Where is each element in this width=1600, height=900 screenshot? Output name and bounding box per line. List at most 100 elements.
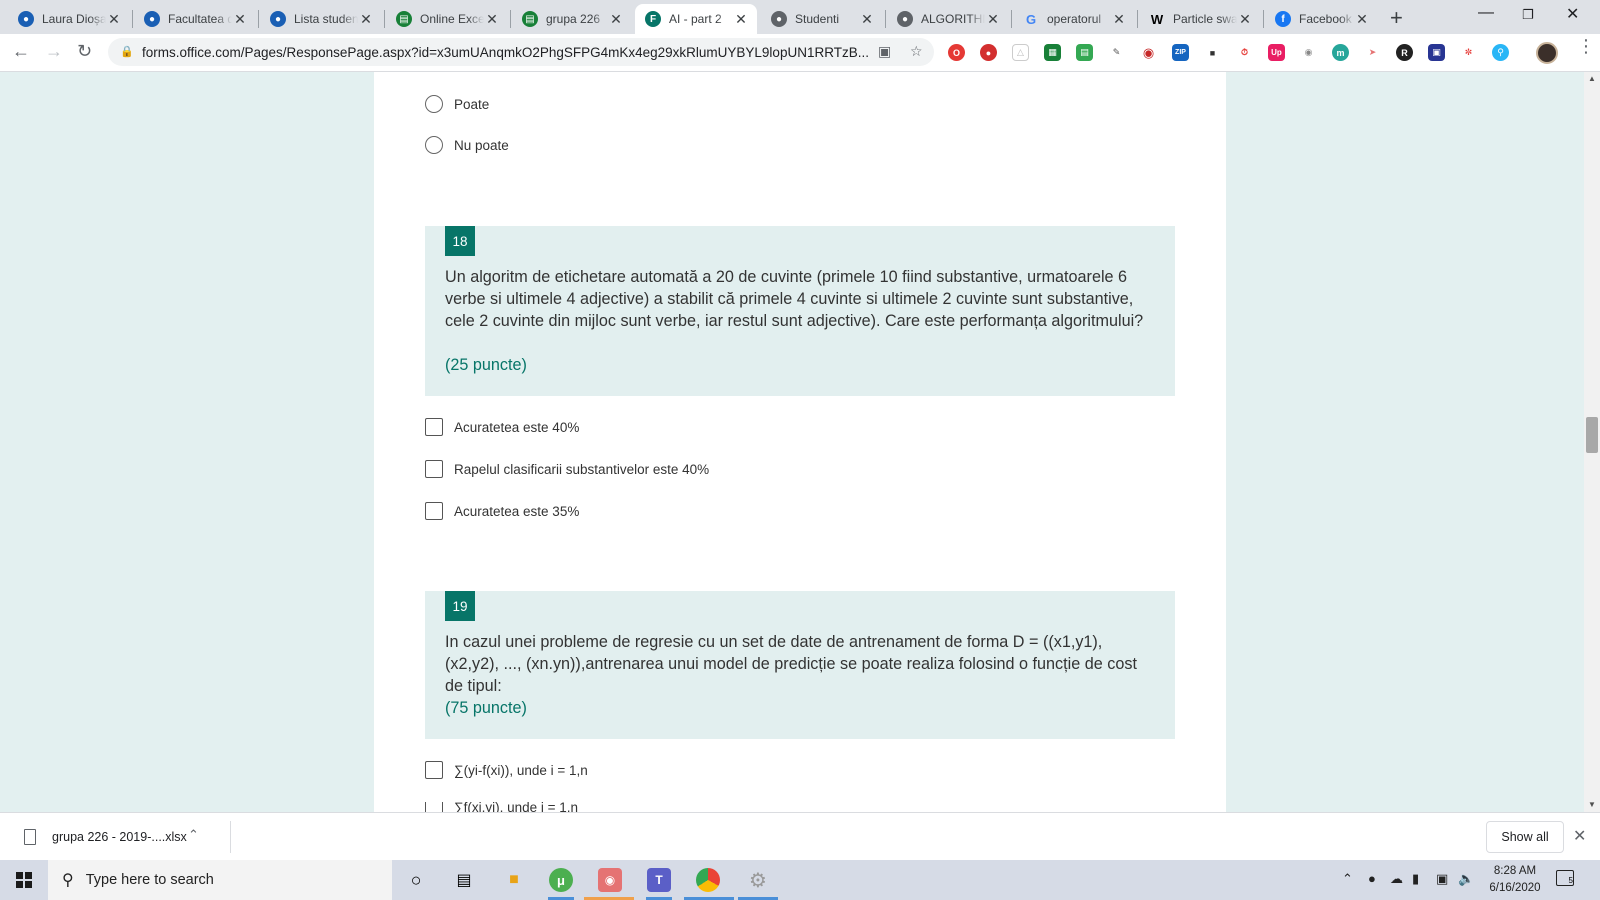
tab-3[interactable]: ● Lista studenți ✕ bbox=[260, 4, 382, 34]
tab-close-icon[interactable]: ✕ bbox=[1111, 11, 1127, 28]
checkbox[interactable] bbox=[425, 761, 443, 779]
tab-title: grupa 226 bbox=[546, 12, 601, 26]
radio-button[interactable] bbox=[425, 136, 443, 154]
restore-button[interactable]: ❐ bbox=[1522, 7, 1534, 23]
tab-2[interactable]: ● Facultatea de✕ bbox=[134, 4, 256, 34]
battery-icon[interactable]: ▮ bbox=[1412, 871, 1419, 887]
pen-extension-icon[interactable]: ✎ bbox=[1108, 44, 1125, 61]
docs-extension-icon[interactable]: ▤ bbox=[1076, 44, 1093, 61]
option-checkbox[interactable]: Acuratetea este 35% bbox=[425, 502, 579, 520]
checkbox[interactable] bbox=[425, 418, 443, 436]
utorrent-icon[interactable]: μ bbox=[549, 868, 573, 892]
file-explorer-icon[interactable]: ■ bbox=[500, 866, 528, 894]
option-checkbox[interactable]: ∑(yi-f(xi)), unde i = 1,n bbox=[425, 761, 588, 779]
taskbar-search[interactable]: ⚲ Type here to search bbox=[48, 860, 392, 900]
tab-close-icon[interactable]: ✕ bbox=[232, 11, 248, 28]
translate-icon[interactable]: ▣ bbox=[878, 43, 891, 60]
onedrive-icon[interactable]: ☁ bbox=[1390, 871, 1403, 887]
url-text[interactable]: forms.office.com/Pages/ResponsePage.aspx… bbox=[142, 45, 872, 60]
scroll-down-icon[interactable]: ▼ bbox=[1588, 800, 1596, 809]
tab-5[interactable]: ▤ grupa 226 ✕ bbox=[512, 4, 632, 34]
network-icon[interactable]: ▣ bbox=[1436, 871, 1448, 887]
tab-9[interactable]: Goperatorul ✕ bbox=[1013, 4, 1135, 34]
checkbox[interactable] bbox=[425, 802, 443, 812]
cortana-icon[interactable]: ○ bbox=[402, 866, 430, 894]
tray-chevron-up-icon[interactable]: ⌃ bbox=[1342, 871, 1353, 887]
bookmark-star-icon[interactable]: ☆ bbox=[910, 43, 923, 60]
checkbox[interactable] bbox=[425, 502, 443, 520]
tab-7[interactable]: ● Studenti ✕ bbox=[761, 4, 883, 34]
tab-8[interactable]: ● ALGORITHM✕ bbox=[887, 4, 1009, 34]
address-bar[interactable]: 🔒 forms.office.com/Pages/ResponsePage.as… bbox=[108, 38, 934, 66]
close-icon[interactable]: ✕ bbox=[1573, 826, 1586, 846]
download-item[interactable]: grupa 226 - 2019-....xlsx bbox=[14, 813, 232, 861]
globe-icon: ● bbox=[897, 11, 913, 27]
download-filename[interactable]: grupa 226 - 2019-....xlsx bbox=[52, 830, 187, 844]
scrollbar-thumb[interactable] bbox=[1586, 417, 1598, 453]
option-checkbox[interactable]: Acuratetea este 40% bbox=[425, 418, 579, 436]
checkbox[interactable] bbox=[425, 460, 443, 478]
radio-button[interactable] bbox=[425, 95, 443, 113]
tab-close-icon[interactable]: ✕ bbox=[733, 11, 749, 28]
globe-icon: ● bbox=[144, 11, 160, 27]
bag-extension-icon[interactable]: ■ bbox=[1204, 44, 1221, 61]
tab-close-icon[interactable]: ✕ bbox=[859, 11, 875, 28]
up-extension-icon[interactable]: Up bbox=[1268, 44, 1285, 61]
tab-close-icon[interactable]: ✕ bbox=[985, 11, 1001, 28]
tab-1[interactable]: ● Laura Dioșan✕ bbox=[8, 4, 130, 34]
notification-center-icon[interactable]: 5 bbox=[1556, 870, 1574, 886]
system-clock[interactable]: 8:28 AM 6/16/2020 bbox=[1481, 863, 1549, 897]
tab-close-icon[interactable]: ✕ bbox=[608, 11, 624, 28]
question-points: (75 puncte) bbox=[445, 699, 527, 717]
tab-close-icon[interactable]: ✕ bbox=[106, 11, 122, 28]
page-scrollbar[interactable]: ▲ ▼ bbox=[1584, 72, 1600, 812]
r-extension-icon[interactable]: R bbox=[1396, 44, 1413, 61]
m-extension-icon[interactable]: m bbox=[1332, 44, 1349, 61]
arrow-extension-icon[interactable]: ➤ bbox=[1364, 44, 1381, 61]
zip-extension-icon[interactable]: ZIP bbox=[1172, 44, 1189, 61]
tab-11[interactable]: f Facebook ✕ bbox=[1265, 4, 1378, 34]
app-gear-icon[interactable]: ⚙ bbox=[744, 866, 772, 894]
tomato-extension-icon[interactable]: ● bbox=[980, 44, 997, 61]
tab-10[interactable]: W Particle swarm✕ bbox=[1139, 4, 1261, 34]
camera-extension-icon[interactable]: ◉ bbox=[1300, 44, 1317, 61]
opera-extension-icon[interactable]: O bbox=[948, 44, 965, 61]
tab-close-icon[interactable]: ✕ bbox=[1237, 11, 1253, 28]
chevron-up-icon[interactable]: ⌃ bbox=[188, 827, 199, 843]
tab-4[interactable]: ▤ Online Excel ✕ bbox=[386, 4, 508, 34]
reload-icon[interactable]: ↻ bbox=[77, 41, 92, 62]
tab-title: ALGORITHM bbox=[921, 12, 985, 26]
tab-6[interactable]: F AI - part 2 ✕ bbox=[635, 4, 757, 34]
minimize-button[interactable]: — bbox=[1478, 4, 1494, 22]
microphone-icon[interactable]: ● bbox=[1368, 871, 1376, 886]
swirl-extension-icon[interactable]: ✼ bbox=[1460, 44, 1477, 61]
tab-close-icon[interactable]: ✕ bbox=[1354, 11, 1370, 28]
chrome-icon[interactable] bbox=[696, 868, 720, 892]
back-arrow-icon[interactable]: ← bbox=[12, 41, 30, 62]
teams-icon[interactable]: T bbox=[647, 868, 671, 892]
profile-avatar[interactable] bbox=[1536, 42, 1558, 64]
eye-extension-icon[interactable]: ◉ bbox=[1140, 44, 1157, 61]
task-view-icon[interactable]: ▤ bbox=[450, 866, 478, 894]
lock-extension-icon[interactable]: △ bbox=[1012, 44, 1029, 61]
close-window-button[interactable]: ✕ bbox=[1566, 4, 1579, 24]
timer-extension-icon[interactable]: ⏱ bbox=[1236, 44, 1253, 61]
option-nu-poate[interactable]: Nu poate bbox=[425, 136, 509, 154]
volume-icon[interactable]: 🔈 bbox=[1458, 871, 1474, 887]
sheets-extension-icon[interactable]: ▦ bbox=[1044, 44, 1061, 61]
show-all-button[interactable]: Show all bbox=[1486, 821, 1564, 853]
tab-close-icon[interactable]: ✕ bbox=[484, 11, 500, 28]
option-poate[interactable]: Poate bbox=[425, 95, 489, 113]
tab-close-icon[interactable]: ✕ bbox=[358, 11, 374, 28]
option-checkbox[interactable]: ∑f(xi,yi), unde i = 1,n bbox=[425, 802, 578, 812]
option-checkbox[interactable]: Rapelul clasificarii substantivelor este… bbox=[425, 460, 709, 478]
discord-icon[interactable]: ◉ bbox=[598, 868, 622, 892]
menu-dots-icon[interactable]: ⋮ bbox=[1577, 37, 1595, 55]
scroll-up-icon[interactable]: ▲ bbox=[1588, 74, 1596, 83]
lock-icon[interactable]: 🔒 bbox=[120, 45, 134, 59]
screen-extension-icon[interactable]: ▣ bbox=[1428, 44, 1445, 61]
search-extension-icon[interactable]: ⚲ bbox=[1492, 44, 1509, 61]
forward-arrow-icon[interactable]: → bbox=[45, 41, 63, 62]
new-tab-button[interactable]: + bbox=[1390, 5, 1403, 31]
start-button[interactable] bbox=[0, 860, 48, 900]
